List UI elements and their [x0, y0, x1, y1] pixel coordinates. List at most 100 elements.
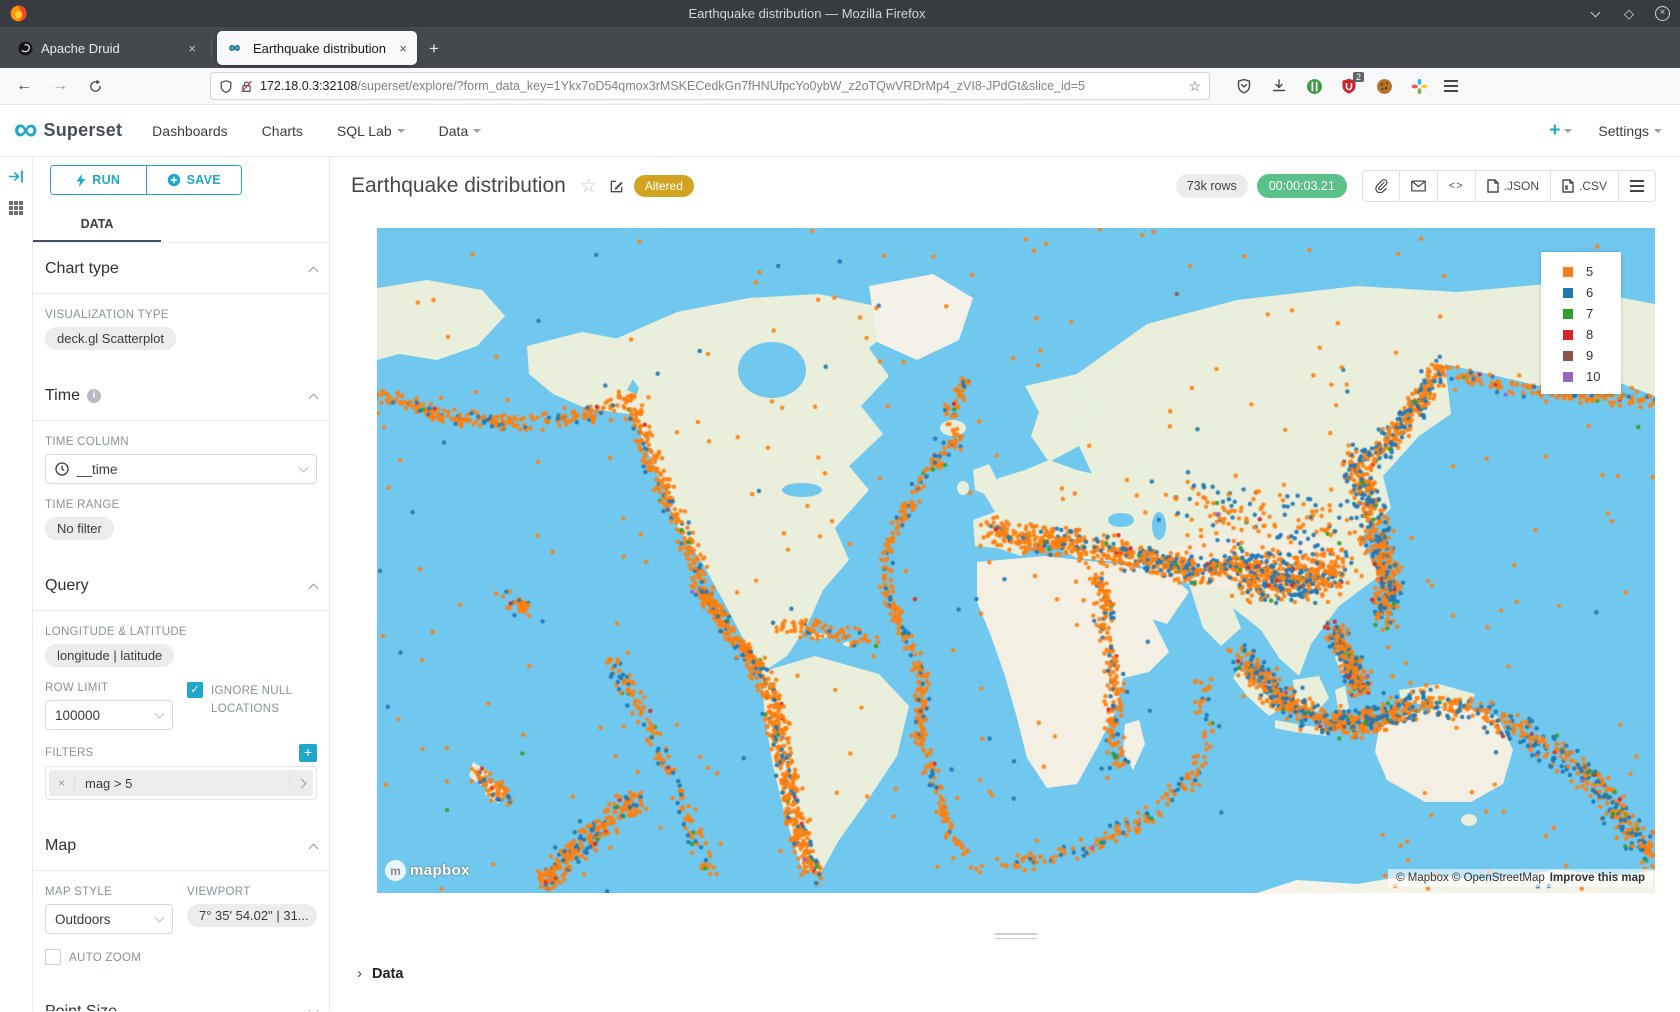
tab-label: Earthquake distribution	[253, 41, 391, 56]
superset-infinity-icon: ∞	[14, 119, 38, 139]
tab-close-icon[interactable]: ×	[399, 41, 407, 56]
copy-link-button[interactable]	[1363, 171, 1399, 201]
legend-label: 9	[1586, 348, 1593, 363]
earthquake-points-canvas[interactable]	[377, 228, 1655, 893]
legend-label: 8	[1586, 327, 1593, 342]
section-query[interactable]: Query	[33, 560, 329, 611]
viewport-value[interactable]: 7° 35' 54.02" | 31...	[187, 904, 317, 927]
reload-button[interactable]	[88, 79, 103, 94]
nav-dashboards[interactable]: Dashboards	[152, 123, 228, 139]
dataset-grid-icon[interactable]	[8, 200, 24, 216]
export-json-button[interactable]: .JSON	[1475, 171, 1550, 201]
druid-favicon	[18, 41, 33, 56]
chart-menu-button[interactable]	[1618, 171, 1655, 201]
chevron-right-icon: ›	[357, 965, 362, 982]
auto-zoom-label: AUTO ZOOM	[69, 950, 141, 968]
legend-item: 8	[1541, 324, 1621, 345]
edit-properties-icon[interactable]	[609, 179, 624, 194]
plus-circle-icon	[167, 173, 181, 187]
pocket-icon[interactable]	[1234, 76, 1254, 96]
collapse-panel-icon[interactable]	[8, 169, 25, 184]
url-host: 172.18.0.3:32108	[260, 79, 357, 93]
control-panel: RUN SAVE DATA Chart type VISUALIZATION T…	[33, 157, 330, 1011]
back-button[interactable]: ←	[16, 77, 32, 95]
map-style-label: MAP STYLE	[45, 886, 173, 898]
mapbox-logo[interactable]: m mapbox	[385, 860, 470, 881]
remove-filter-icon[interactable]: ×	[49, 776, 75, 790]
privacy-badger-icon[interactable]	[1304, 76, 1324, 96]
improve-map-link[interactable]: Improve this map	[1550, 872, 1645, 884]
window-minimize-icon[interactable]	[1587, 6, 1603, 22]
chart-pane: Earthquake distribution ☆ Altered 73k ro…	[330, 157, 1680, 1011]
legend-swatch	[1563, 288, 1573, 298]
url-bar[interactable]: 172.18.0.3:32108/superset/explore/?form_…	[210, 72, 1210, 100]
top-navigation: Dashboards Charts SQL Lab Data	[152, 123, 481, 139]
save-button[interactable]: SAVE	[146, 166, 242, 194]
code-icon: <>	[1449, 180, 1464, 192]
auto-zoom-checkbox-row[interactable]: AUTO ZOOM	[45, 949, 173, 968]
window-restore-icon[interactable]: ◇	[1621, 6, 1637, 22]
settings-menu[interactable]: Settings	[1598, 123, 1662, 139]
data-results-toggle[interactable]: › Data	[357, 965, 1680, 982]
tab-apache-druid[interactable]: Apache Druid ×	[6, 31, 206, 65]
deckgl-map[interactable]: 5678910 m mapbox © Mapbox © OpenStreetMa…	[377, 228, 1655, 893]
export-csv-button[interactable]: .CSV	[1550, 171, 1618, 201]
ublock-icon[interactable]: 2	[1339, 76, 1359, 96]
filters-label: FILTERS	[45, 747, 94, 759]
window-close-icon[interactable]: ×	[1655, 6, 1670, 21]
run-button[interactable]: RUN	[51, 166, 146, 194]
map-attribution: © Mapbox © OpenStreetMap Improve this map	[1388, 869, 1653, 887]
tab-earthquake-distribution[interactable]: Earthquake distribution ×	[217, 31, 417, 65]
row-count-badge: 73k rows	[1176, 174, 1248, 198]
viz-type-label: VISUALIZATION TYPE	[45, 309, 317, 321]
chevron-up-icon	[309, 266, 319, 276]
menu-icon[interactable]	[1444, 80, 1458, 91]
section-time[interactable]: Timei	[33, 370, 329, 421]
nav-charts[interactable]: Charts	[262, 123, 303, 139]
checkbox-checked-icon[interactable]: ✓	[187, 682, 203, 698]
legend-label: 10	[1586, 369, 1600, 384]
section-map[interactable]: Map	[33, 820, 329, 871]
downloads-icon[interactable]	[1269, 76, 1289, 96]
legend-item: 7	[1541, 303, 1621, 324]
tab-close-icon[interactable]: ×	[188, 41, 196, 56]
open-filter-icon[interactable]	[289, 780, 313, 787]
tab-data[interactable]: DATA	[33, 209, 161, 242]
nav-data[interactable]: Data	[439, 123, 482, 139]
legend-swatch	[1563, 309, 1573, 319]
viz-type-value[interactable]: deck.gl Scatterplot	[45, 327, 176, 350]
lonlat-label: LONGITUDE & LATITUDE	[45, 626, 317, 638]
chevron-up-icon	[309, 843, 319, 853]
panel-resize-handle[interactable]	[995, 933, 1037, 939]
paperclip-icon	[1374, 179, 1388, 193]
superset-logo[interactable]: ∞ Superset	[14, 120, 122, 141]
new-item-button[interactable]: +	[1549, 120, 1572, 142]
forward-button[interactable]: →	[52, 77, 68, 95]
map-style-select[interactable]: Outdoors	[45, 904, 173, 934]
section-point-size[interactable]: Point Size	[33, 986, 329, 1011]
lonlat-value[interactable]: longitude | latitude	[45, 644, 174, 667]
filter-expression[interactable]: mag > 5	[75, 776, 289, 791]
superset-favicon	[229, 40, 245, 56]
filter-chip[interactable]: × mag > 5	[49, 770, 313, 796]
new-tab-button[interactable]: +	[429, 39, 439, 59]
email-share-button[interactable]	[1399, 171, 1437, 201]
tracking-shield-icon[interactable]	[219, 79, 233, 94]
favorite-star-icon[interactable]: ☆	[580, 175, 597, 198]
time-column-select[interactable]: __time	[45, 454, 317, 484]
embed-code-button[interactable]: <>	[1437, 171, 1475, 201]
pinwheel-extension-icon[interactable]	[1409, 76, 1429, 96]
bookmark-star-icon[interactable]: ☆	[1188, 78, 1201, 95]
legend-item: 10	[1541, 366, 1621, 387]
attribution-text: © Mapbox © OpenStreetMap	[1396, 872, 1545, 884]
checkbox-unchecked-icon[interactable]	[45, 949, 61, 965]
insecure-lock-icon[interactable]	[240, 79, 253, 94]
section-chart-type[interactable]: Chart type	[33, 243, 329, 294]
nav-sql-lab[interactable]: SQL Lab	[337, 123, 405, 139]
url-text[interactable]: 172.18.0.3:32108/superset/explore/?form_…	[260, 79, 1181, 93]
row-limit-select[interactable]: 100000	[45, 700, 173, 730]
ignore-null-checkbox-row[interactable]: ✓ IGNORE NULL LOCATIONS	[187, 682, 317, 719]
time-range-value[interactable]: No filter	[45, 517, 114, 540]
add-filter-button[interactable]: +	[299, 744, 317, 762]
cookie-extension-icon[interactable]	[1374, 76, 1394, 96]
